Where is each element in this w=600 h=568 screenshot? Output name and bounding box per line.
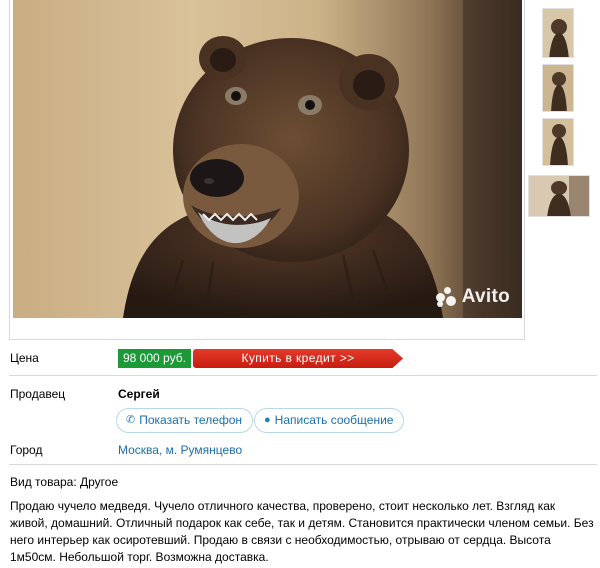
seller-name: Сергей [118, 387, 160, 401]
thumbnail-strip [528, 0, 600, 220]
main-photo[interactable]: Avito [13, 0, 522, 318]
goods-type: Вид товара: Другое [10, 475, 119, 489]
phone-icon: ✆ [126, 414, 136, 426]
show-phone-button[interactable]: ✆ Показать телефон [116, 408, 254, 433]
city-link[interactable]: Москва, м. Румянцево [118, 443, 242, 457]
bear-image [123, 0, 522, 318]
city-label: Город [10, 443, 43, 457]
thumbnail-2[interactable] [542, 64, 574, 112]
thumbnail-4[interactable] [528, 175, 590, 217]
show-phone-label: Показать телефон [139, 413, 243, 427]
divider [9, 464, 597, 465]
write-message-label: Написать сообщение [274, 413, 394, 427]
thumbnail-3[interactable] [542, 118, 574, 166]
main-photo-frame[interactable]: Avito [9, 0, 525, 340]
avito-logo-icon [435, 287, 458, 307]
price-value: 98 000 руб. [118, 349, 191, 368]
message-icon: ● [264, 414, 271, 426]
divider [9, 375, 597, 376]
watermark-text: Avito [461, 286, 510, 307]
item-description: Продаю чучело медведя. Чучело отличного … [10, 499, 594, 564]
buy-on-credit-button[interactable]: Купить в кредит >> [193, 349, 403, 368]
write-message-button[interactable]: ● Написать сообщение [254, 408, 405, 433]
avito-watermark: Avito [435, 286, 510, 308]
seller-label: Продавец [10, 387, 66, 401]
price-label: Цена [10, 351, 39, 365]
thumbnail-1[interactable] [542, 8, 574, 58]
